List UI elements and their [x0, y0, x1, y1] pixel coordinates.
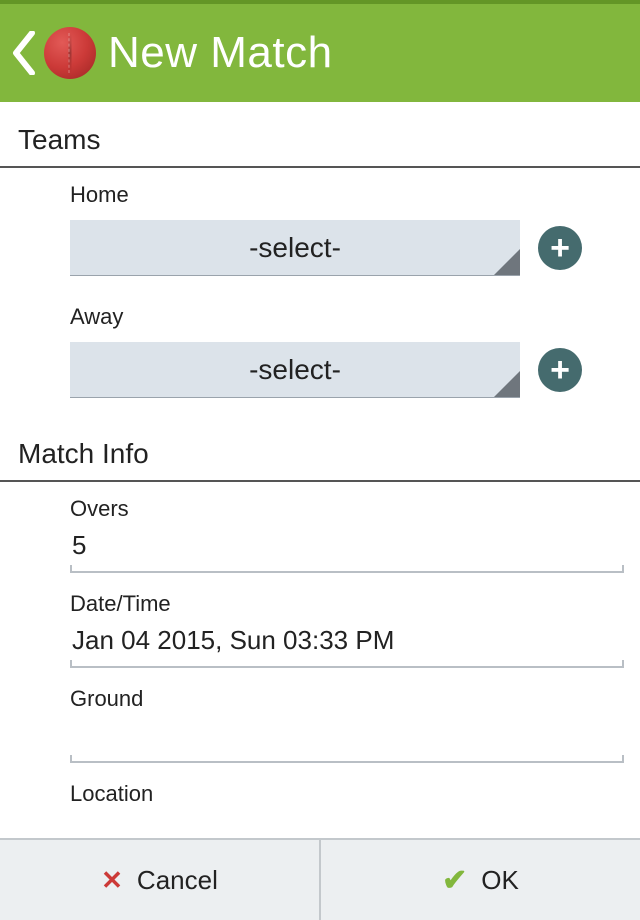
cancel-label: Cancel [137, 865, 218, 896]
back-chevron-icon[interactable] [6, 23, 42, 83]
ground-label: Ground [70, 686, 624, 712]
overs-label: Overs [70, 496, 624, 522]
field-home-team: Home -select- + [0, 172, 640, 276]
app-header: New Match [0, 0, 640, 102]
field-away-team: Away -select- + [0, 294, 640, 398]
cricket-ball-icon [44, 27, 96, 79]
plus-icon: + [550, 231, 570, 265]
datetime-label: Date/Time [70, 591, 624, 617]
footer-bar: ✕ Cancel ✔ OK [0, 838, 640, 920]
home-team-label: Home [70, 182, 624, 208]
page-title: New Match [108, 28, 333, 78]
home-team-value: -select- [249, 232, 341, 264]
away-team-value: -select- [249, 354, 341, 386]
field-datetime: Date/Time [0, 581, 640, 668]
location-label: Location [70, 781, 624, 807]
datetime-input[interactable] [70, 621, 624, 664]
overs-input[interactable] [70, 526, 624, 569]
cancel-button[interactable]: ✕ Cancel [0, 840, 321, 920]
away-team-select[interactable]: -select- [70, 342, 520, 398]
field-ground: Ground [0, 676, 640, 763]
add-home-team-button[interactable]: + [538, 226, 582, 270]
section-heading-teams: Teams [0, 102, 640, 168]
plus-icon: + [550, 353, 570, 387]
field-overs: Overs [0, 486, 640, 573]
form-content: Teams Home -select- + Away -select- + Ma… [0, 102, 640, 838]
add-away-team-button[interactable]: + [538, 348, 582, 392]
ground-input[interactable] [70, 716, 624, 759]
ok-button[interactable]: ✔ OK [321, 840, 640, 920]
away-team-label: Away [70, 304, 624, 330]
home-team-select[interactable]: -select- [70, 220, 520, 276]
section-heading-match-info: Match Info [0, 416, 640, 482]
close-icon: ✕ [101, 865, 123, 896]
check-icon: ✔ [442, 863, 467, 898]
ok-label: OK [481, 865, 519, 896]
